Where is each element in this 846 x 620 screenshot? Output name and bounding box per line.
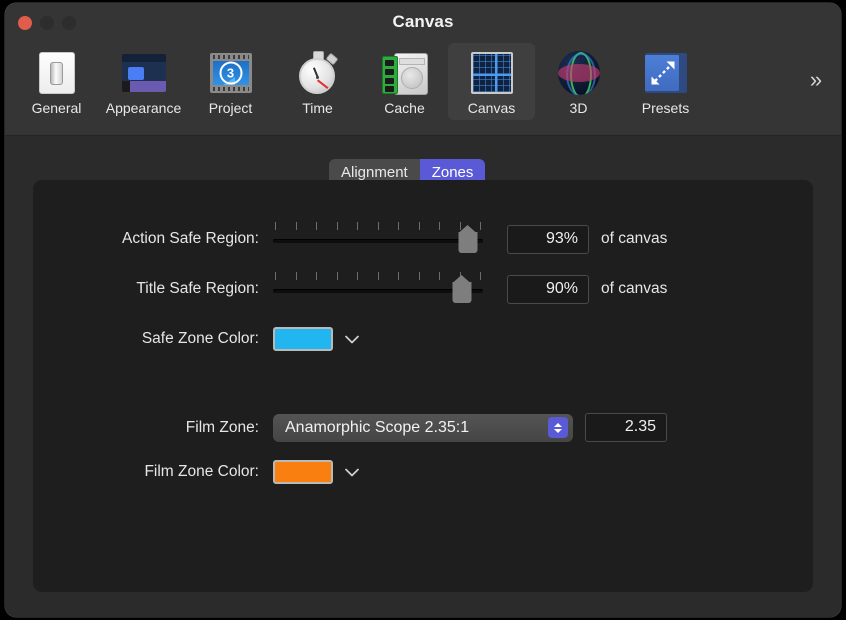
toolbar-item-3d[interactable]: 3D xyxy=(535,43,622,120)
title-safe-slider-thumb[interactable] xyxy=(453,282,472,303)
action-safe-slider-thumb[interactable] xyxy=(459,232,478,253)
action-safe-region-label: Action Safe Region: xyxy=(33,230,273,248)
film-zone-ratio-value[interactable]: 2.35 xyxy=(585,413,667,442)
toolbar-label-appearance: Appearance xyxy=(106,100,182,116)
project-badge: 3 xyxy=(219,62,242,85)
toolbar-overflow-button[interactable]: » xyxy=(801,63,831,97)
action-safe-slider-track[interactable] xyxy=(273,239,483,243)
title-safe-region-suffix: of canvas xyxy=(601,280,667,298)
safe-zone-color-well[interactable] xyxy=(273,327,333,351)
three-d-icon xyxy=(555,49,603,97)
toolbar-item-appearance[interactable]: Appearance xyxy=(100,43,187,120)
film-zone-color-well[interactable] xyxy=(273,460,333,484)
safe-zone-color-label: Safe Zone Color: xyxy=(33,330,273,348)
title-safe-slider-ticks xyxy=(275,272,481,280)
time-icon xyxy=(294,49,342,97)
toolbar-items: General Appearance 3 Project xyxy=(13,43,709,120)
toolbar-item-time[interactable]: Time xyxy=(274,43,361,120)
toolbar-label-project: Project xyxy=(209,100,253,116)
title-safe-region-row: Title Safe Region: 90% of canvas xyxy=(33,272,667,306)
title-safe-slider-track[interactable] xyxy=(273,289,483,293)
action-safe-region-row: Action Safe Region: 93% of canvas xyxy=(33,222,667,256)
cache-icon xyxy=(381,49,429,97)
window-title: Canvas xyxy=(5,12,841,32)
appearance-icon xyxy=(120,49,168,97)
project-icon: 3 xyxy=(207,49,255,97)
zones-settings-panel: Action Safe Region: 93% of canvas Title … xyxy=(33,180,813,592)
film-zone-color-chevron-down-icon[interactable] xyxy=(345,465,359,480)
film-zone-color-row: Film Zone Color: xyxy=(33,460,359,484)
action-safe-region-suffix: of canvas xyxy=(601,230,667,248)
title-safe-region-value[interactable]: 90% xyxy=(507,275,589,304)
toolbar-item-project[interactable]: 3 Project xyxy=(187,43,274,120)
presets-icon xyxy=(642,49,690,97)
chevron-up-down-icon[interactable] xyxy=(548,417,568,438)
safe-zone-color-row: Safe Zone Color: xyxy=(33,327,359,351)
film-zone-label: Film Zone: xyxy=(33,419,273,437)
film-zone-color-label: Film Zone Color: xyxy=(33,463,273,481)
preferences-window: Canvas General Appearance xyxy=(5,3,841,617)
toolbar-label-canvas: Canvas xyxy=(468,100,515,116)
toolbar-label-presets: Presets xyxy=(642,100,689,116)
title-bar: Canvas xyxy=(5,3,841,43)
action-safe-region-value[interactable]: 93% xyxy=(507,225,589,254)
film-zone-row: Film Zone: Anamorphic Scope 2.35:1 2.35 xyxy=(33,413,667,442)
title-safe-region-label: Title Safe Region: xyxy=(33,280,273,298)
title-safe-region-slider[interactable] xyxy=(273,272,483,306)
action-safe-region-slider[interactable] xyxy=(273,222,483,256)
toolbar-label-cache: Cache xyxy=(384,100,424,116)
toolbar-item-cache[interactable]: Cache xyxy=(361,43,448,120)
toolbar-item-general[interactable]: General xyxy=(13,43,100,120)
preferences-body: Alignment Zones Action Safe Region: 93% … xyxy=(5,136,841,617)
action-safe-slider-ticks xyxy=(275,222,481,230)
toolbar-item-canvas[interactable]: Canvas xyxy=(448,43,535,120)
safe-zone-color-chevron-down-icon[interactable] xyxy=(345,332,359,347)
preferences-toolbar: General Appearance 3 Project xyxy=(5,43,841,136)
toolbar-item-presets[interactable]: Presets xyxy=(622,43,709,120)
toolbar-label-3d: 3D xyxy=(570,100,588,116)
canvas-icon xyxy=(468,49,516,97)
toolbar-label-general: General xyxy=(32,100,82,116)
film-zone-popup-button[interactable]: Anamorphic Scope 2.35:1 xyxy=(273,414,573,442)
film-zone-selected-option: Anamorphic Scope 2.35:1 xyxy=(285,419,469,437)
general-icon xyxy=(33,49,81,97)
toolbar-label-time: Time xyxy=(302,100,333,116)
